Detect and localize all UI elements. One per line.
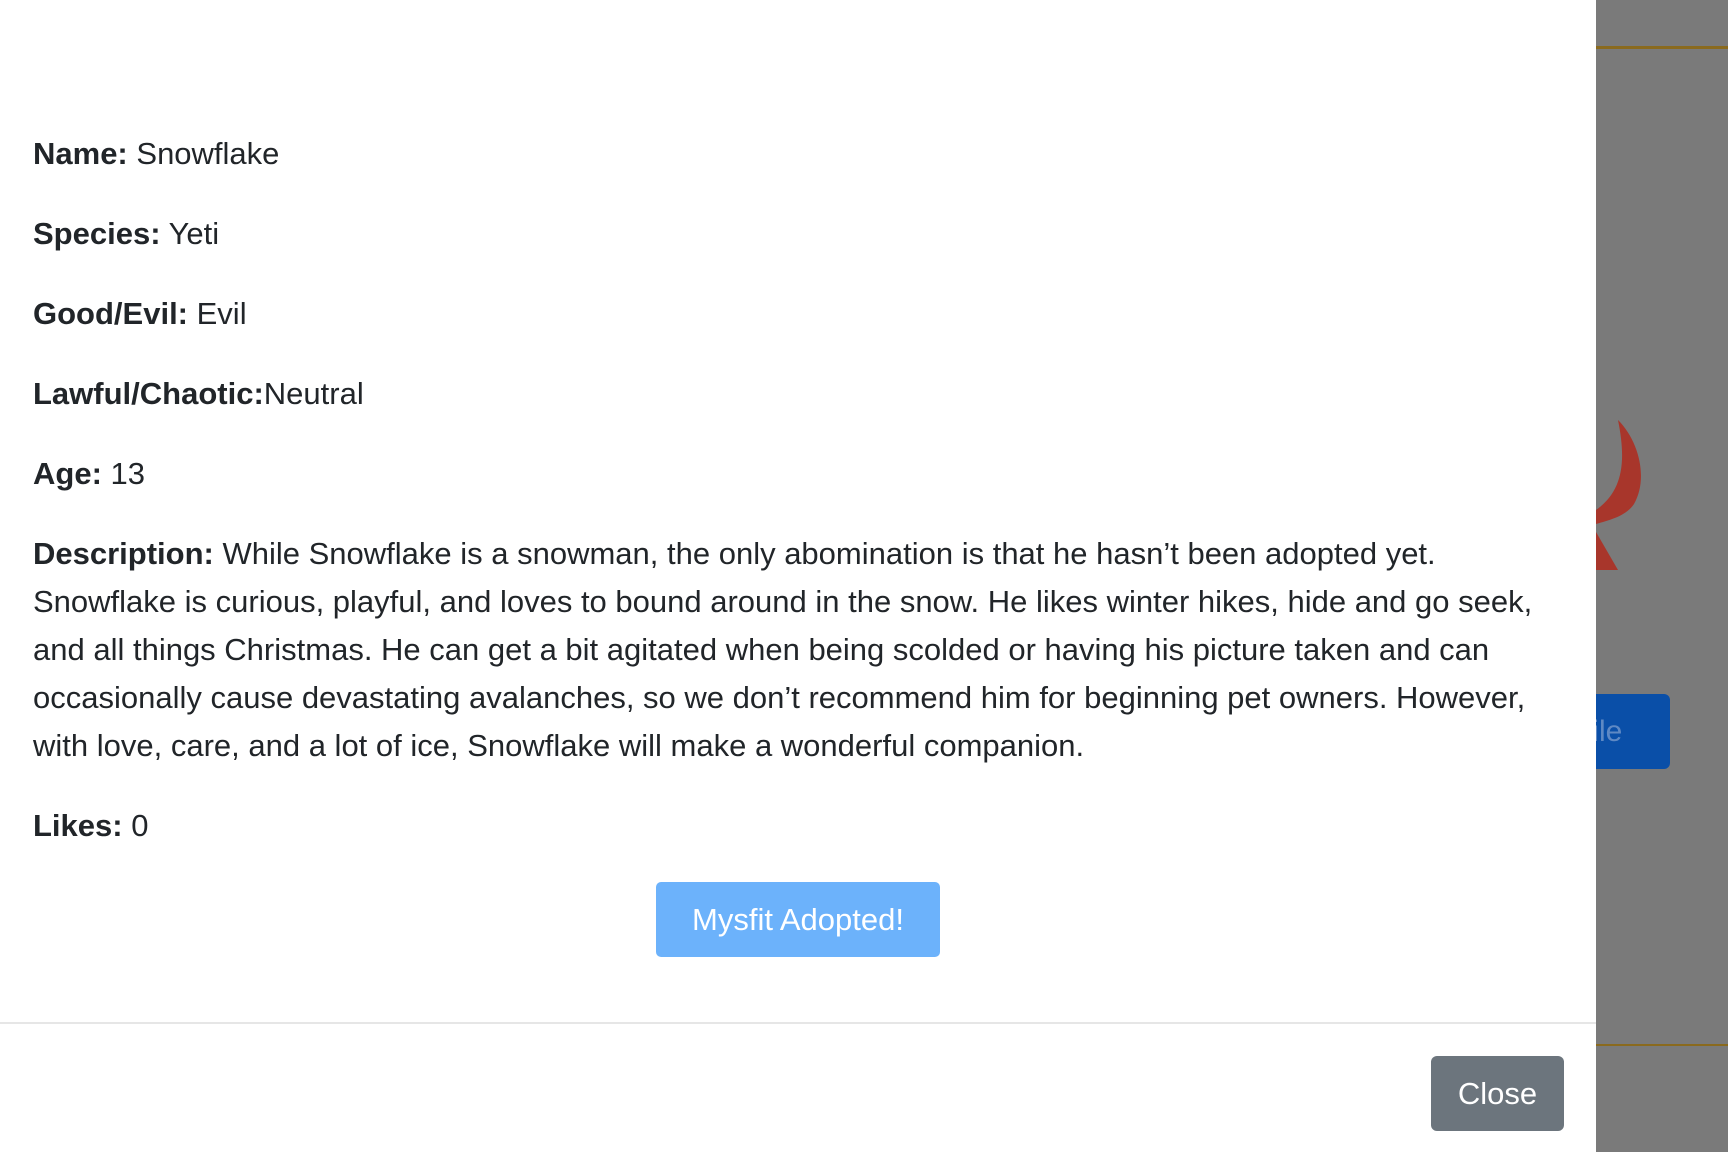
modal-footer-divider: [0, 1022, 1596, 1024]
likes-value: 0: [131, 808, 149, 843]
good-evil-label: Good/Evil:: [33, 296, 188, 331]
species-value: Yeti: [168, 216, 220, 251]
lawful-chaotic-field: Lawful/Chaotic:Neutral: [33, 370, 1543, 418]
good-evil-value: Evil: [196, 296, 247, 331]
age-field: Age: 13: [33, 450, 1543, 498]
close-button[interactable]: Close: [1431, 1056, 1564, 1131]
flame-icon: [1596, 420, 1641, 570]
background-divider-bottom: [1596, 1044, 1728, 1046]
likes-label: Likes:: [33, 808, 123, 843]
name-value: Snowflake: [136, 136, 280, 171]
lawful-chaotic-value: Neutral: [263, 376, 364, 411]
background-divider-top: [1596, 46, 1728, 49]
description-label: Description:: [33, 536, 214, 571]
age-value: 13: [110, 456, 145, 491]
age-label: Age:: [33, 456, 102, 491]
mysfit-details-modal: Name: Snowflake Species: Yeti Good/Evil:…: [0, 0, 1596, 1152]
likes-field: Likes: 0: [33, 802, 1543, 850]
lawful-chaotic-label: Lawful/Chaotic:: [33, 376, 264, 411]
species-field: Species: Yeti: [33, 210, 1543, 258]
adopt-button-container: Mysfit Adopted!: [656, 882, 940, 957]
modal-body: Name: Snowflake Species: Yeti Good/Evil:…: [33, 130, 1543, 882]
description-field: Description: While Snowflake is a snowma…: [33, 530, 1543, 770]
species-label: Species:: [33, 216, 161, 251]
backdrop-overlay[interactable]: [1596, 0, 1728, 1152]
name-label: Name:: [33, 136, 128, 171]
screen: file Name: Snowflake Species: Yeti Good/…: [0, 0, 1728, 1152]
name-field: Name: Snowflake: [33, 130, 1543, 178]
good-evil-field: Good/Evil: Evil: [33, 290, 1543, 338]
mysfit-adopted-button[interactable]: Mysfit Adopted!: [656, 882, 940, 957]
description-value: While Snowflake is a snowman, the only a…: [33, 536, 1533, 763]
